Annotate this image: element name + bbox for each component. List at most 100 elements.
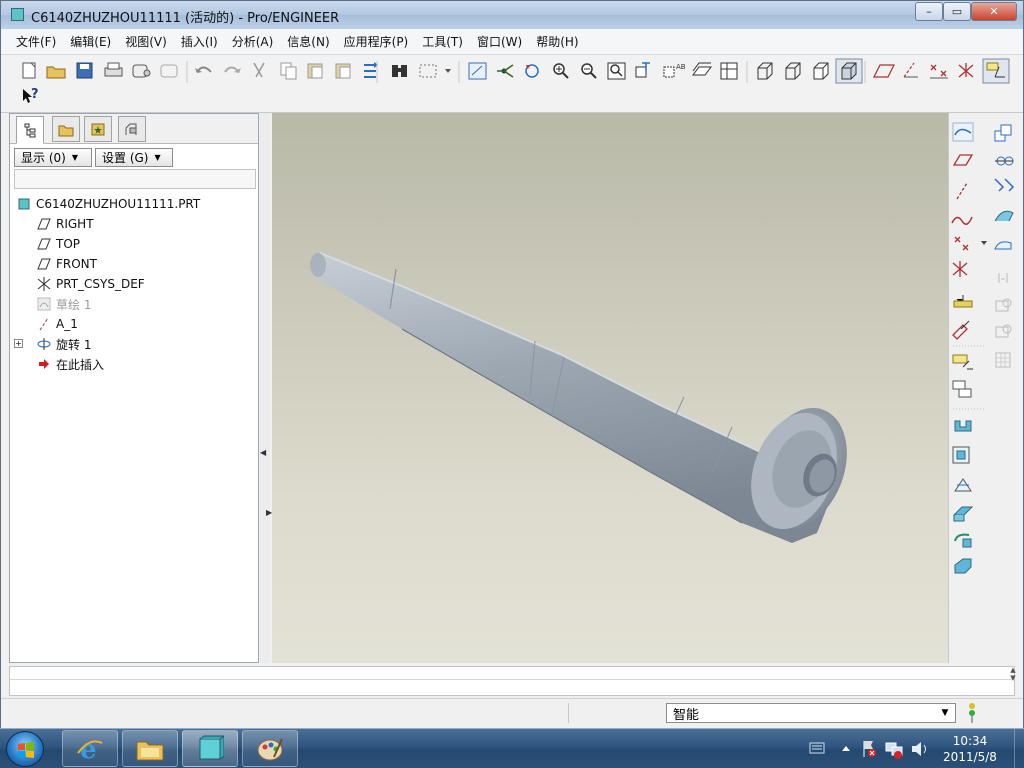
- tree-item-csys[interactable]: PRT_CSYS_DEF: [16, 274, 254, 294]
- taskbar-ie[interactable]: e: [62, 730, 118, 767]
- taskbar-paint[interactable]: [242, 730, 298, 767]
- csys-icon[interactable]: [958, 63, 974, 78]
- tree-item-right[interactable]: RIGHT: [16, 214, 254, 234]
- solidify-icon[interactable]: [995, 352, 1011, 368]
- clock[interactable]: 10:34 2011/5/8: [930, 733, 1010, 765]
- annotations-icon[interactable]: [982, 58, 1010, 84]
- regenerate-icon[interactable]: [364, 62, 378, 78]
- menu-help[interactable]: 帮助(H): [529, 33, 585, 50]
- select-box-icon[interactable]: [419, 64, 451, 78]
- open-icon[interactable]: [46, 66, 66, 79]
- taskbar-explorer[interactable]: [122, 730, 178, 767]
- tree-item-revolve[interactable]: + 旋转 1: [14, 334, 254, 354]
- round-tool-icon[interactable]: [954, 533, 972, 548]
- analysis-tool-icon[interactable]: [953, 295, 973, 308]
- cut-icon[interactable]: [253, 62, 265, 78]
- menu-insert[interactable]: 插入(I): [174, 33, 225, 50]
- thicken-icon[interactable]: [995, 324, 1012, 338]
- datum-axis-tool-icon[interactable]: [956, 182, 968, 200]
- chevron-down-icon[interactable]: ▼: [938, 706, 952, 720]
- tab-connections[interactable]: [118, 116, 146, 142]
- shading-icon[interactable]: [835, 58, 863, 84]
- action-center-icon[interactable]: [863, 741, 876, 757]
- relation-tool-icon[interactable]: [952, 380, 972, 398]
- menu-window[interactable]: 窗口(W): [470, 33, 529, 50]
- panel-sash[interactable]: ◀ ▶: [260, 113, 272, 663]
- wireframe-icon[interactable]: [757, 62, 773, 80]
- transform-icon[interactable]: [994, 124, 1012, 142]
- tree-item-front[interactable]: FRONT: [16, 254, 254, 274]
- close-button[interactable]: ✕: [971, 2, 1017, 21]
- copy-icon[interactable]: [280, 62, 297, 80]
- show-dropdown[interactable]: 显示 (0) ▼: [14, 148, 92, 167]
- paste-special-icon[interactable]: [335, 63, 351, 79]
- hidden-line-icon[interactable]: [785, 62, 801, 80]
- settings-dropdown[interactable]: 设置 (G) ▼: [95, 148, 173, 167]
- menu-edit[interactable]: 编辑(E): [63, 33, 118, 50]
- tab-favorites[interactable]: [84, 116, 112, 142]
- tree-item-top[interactable]: TOP: [16, 234, 254, 254]
- shell-tool-icon[interactable]: [952, 506, 974, 522]
- datum-point-tool-icon[interactable]: [954, 236, 987, 251]
- revolve-tool-icon[interactable]: [952, 446, 970, 464]
- minimize-button[interactable]: –: [915, 2, 943, 21]
- extrude-tool-icon[interactable]: [954, 420, 972, 432]
- message-scrollbar[interactable]: ▲ ▼: [1005, 666, 1021, 696]
- show-desktop-button[interactable]: [1014, 729, 1024, 768]
- selection-filter-select[interactable]: 智能 ▼: [666, 703, 956, 723]
- volume-icon[interactable]: [912, 742, 926, 756]
- redo-icon[interactable]: [224, 66, 241, 74]
- spin-center-icon[interactable]: [497, 64, 514, 78]
- menu-view[interactable]: 视图(V): [118, 33, 174, 50]
- sketch-tool-icon[interactable]: [952, 122, 974, 142]
- close-window-icon[interactable]: [160, 64, 178, 78]
- zoom-out-icon[interactable]: [581, 63, 597, 79]
- offset-icon[interactable]: [995, 298, 1012, 312]
- start-button[interactable]: [6, 731, 44, 767]
- keyboard-icon[interactable]: [809, 742, 825, 754]
- context-help-label[interactable]: ?: [31, 87, 39, 102]
- send-mail-icon[interactable]: [132, 64, 151, 78]
- tree-item-insert-here[interactable]: 在此插入: [16, 354, 254, 374]
- new-icon[interactable]: [22, 62, 36, 79]
- traffic-light-icon[interactable]: [964, 701, 980, 725]
- graphics-window[interactable]: [272, 113, 948, 663]
- tree-item-axis[interactable]: A_1: [16, 314, 254, 334]
- menu-info[interactable]: 信息(N): [280, 33, 336, 50]
- csys-tool-icon[interactable]: [952, 261, 968, 277]
- show-hidden-icons[interactable]: [842, 746, 850, 751]
- taskbar-proe[interactable]: [182, 730, 238, 767]
- tab-model-tree[interactable]: [16, 116, 44, 144]
- tree-item-part[interactable]: C6140ZHUZHOU11111.PRT: [16, 194, 254, 214]
- datum-axes-icon[interactable]: [903, 62, 918, 78]
- merge-icon[interactable]: [994, 210, 1014, 222]
- no-hidden-icon[interactable]: [813, 62, 829, 80]
- chamfer-tool-icon[interactable]: [954, 558, 972, 574]
- datum-curve-tool-icon[interactable]: [951, 216, 973, 225]
- refit-icon[interactable]: [607, 62, 626, 80]
- title-bar[interactable]: C6140ZHUZHOU11111 (活动的) - Pro/ENGINEER –…: [1, 1, 1023, 29]
- datum-planes-icon[interactable]: [873, 64, 895, 78]
- expand-icon[interactable]: +: [14, 339, 23, 348]
- print-icon[interactable]: [104, 62, 123, 77]
- message-area[interactable]: [9, 666, 1015, 696]
- saved-views-icon[interactable]: [720, 62, 738, 80]
- publish-geom-icon[interactable]: [952, 320, 970, 340]
- menu-file[interactable]: 文件(F): [9, 33, 63, 50]
- save-icon[interactable]: [76, 62, 93, 79]
- shaft-model[interactable]: [272, 113, 948, 663]
- mirror-icon[interactable]: [994, 178, 1015, 192]
- find-icon[interactable]: [392, 65, 407, 77]
- paste-icon[interactable]: [307, 63, 323, 79]
- menu-tools[interactable]: 工具(T): [415, 33, 470, 50]
- tab-folder-browser[interactable]: [52, 116, 80, 142]
- datum-plane-tool-icon[interactable]: [952, 154, 974, 166]
- layers-icon[interactable]: [692, 62, 712, 76]
- menu-analysis[interactable]: 分析(A): [225, 33, 281, 50]
- view-manager-icon[interactable]: AB: [663, 63, 686, 78]
- tree-item-sketch[interactable]: 草绘 1: [16, 294, 254, 314]
- datum-points-icon[interactable]: [930, 64, 948, 79]
- trim-icon[interactable]: [994, 241, 1012, 250]
- undo-icon[interactable]: [195, 66, 212, 74]
- extend-icon[interactable]: [998, 273, 1008, 283]
